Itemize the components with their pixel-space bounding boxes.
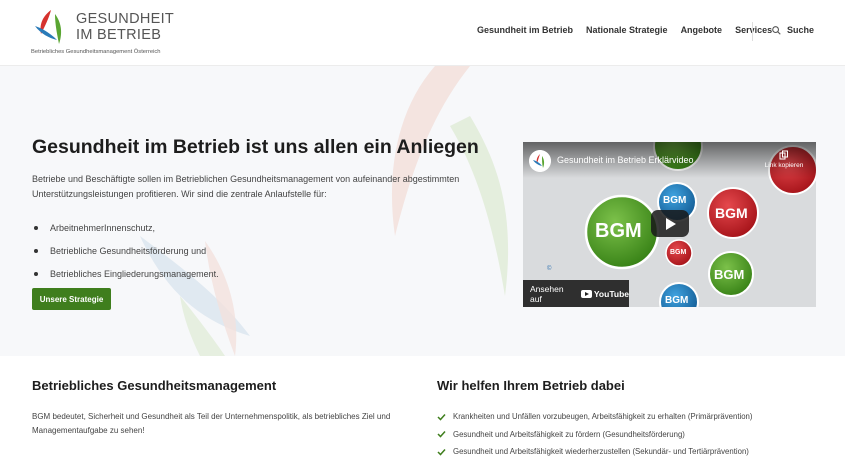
play-button[interactable] (651, 210, 689, 237)
bgm-bubble-label: BGM (715, 205, 748, 221)
list-item: Gesundheit und Arbeitsfähigkeit zu förde… (437, 426, 753, 444)
list-item: Betriebliche Gesundheitsförderung und (32, 239, 219, 262)
share-label: Link kopieren (764, 162, 804, 169)
watch-on-youtube-button[interactable]: Ansehen auf YouTube (523, 280, 629, 307)
nav-gesundheit-im-betrieb[interactable]: Gesundheit im Betrieb (477, 25, 573, 35)
bullet-icon (34, 225, 38, 230)
bgm-section-title: Betriebliches Gesundheitsmanagement (32, 378, 277, 393)
list-item-text: Gesundheit und Arbeitsfähigkeit wiederhe… (453, 447, 749, 457)
nav-nationale-strategie[interactable]: Nationale Strategie (586, 25, 668, 35)
logo[interactable]: GESUNDHEIT IM BETRIEB Betriebliches Gesu… (31, 6, 181, 60)
strategy-button[interactable]: Unsere Strategie (32, 288, 111, 310)
hero-list: ArbeitnehmerInnenschutz, Betriebliche Ge… (32, 216, 219, 285)
channel-logo-icon[interactable] (529, 150, 551, 172)
search-icon (772, 25, 781, 35)
bullet-icon (34, 248, 38, 253)
nav-divider (752, 22, 753, 41)
logo-title-line2: IM BETRIEB (76, 27, 162, 43)
nav-services[interactable]: Services (735, 25, 772, 35)
list-item-text: Betriebliches Eingliederungsmanagement. (50, 268, 219, 279)
youtube-logo: YouTube (580, 288, 629, 299)
copy-link-icon (779, 150, 788, 160)
bgm-bubble-label: BGM (670, 249, 687, 256)
nav-angebote[interactable]: Angebote (681, 25, 723, 35)
logo-subtitle: Betriebliches Gesundheitsmanagement Öste… (31, 49, 161, 55)
share-button[interactable]: Link kopieren (759, 150, 809, 169)
video-copyright: © (547, 266, 552, 272)
checkmark-icon (437, 431, 446, 438)
list-item-text: Gesundheit und Arbeitsfähigkeit zu förde… (453, 429, 685, 439)
search-button[interactable]: Suche (772, 25, 814, 35)
list-item: Gesundheit und Arbeitsfähigkeit wiederhe… (437, 443, 753, 461)
bgm-bubble-label: BGM (714, 267, 745, 282)
list-item-text: ArbeitnehmerInnenschutz, (50, 222, 156, 233)
bgm-bubble-label: BGM (663, 195, 687, 206)
bgm-section-text: BGM bedeutet, Sicherheit und Gesundheit … (32, 412, 391, 435)
hero-title: Gesundheit im Betrieb ist uns allen ein … (32, 136, 479, 158)
list-item: Krankheiten und Unfällen vorzubeugen, Ar… (437, 408, 753, 426)
video-title[interactable]: Gesundheit im Betrieb Erklärvideo (557, 155, 694, 165)
hero-intro: Betriebe und Beschäftigte sollen im Betr… (32, 174, 460, 199)
bgm-bubble-label: BGM (665, 295, 689, 306)
watch-on-label: Ansehen auf (530, 283, 564, 304)
list-item: Betriebliches Eingliederungsmanagement. (32, 262, 219, 285)
youtube-play-icon (580, 289, 592, 298)
list-item-text: Betriebliche Gesundheitsförderung und (50, 245, 207, 256)
main-nav: Gesundheit im Betrieb Nationale Strategi… (477, 25, 785, 35)
search-label: Suche (787, 25, 815, 35)
bullet-icon (34, 271, 38, 276)
help-list: Krankheiten und Unfällen vorzubeugen, Ar… (437, 408, 753, 461)
list-item-text: Krankheiten und Unfällen vorzubeugen, Ar… (453, 412, 753, 422)
help-section-title: Wir helfen Ihrem Betrieb dabei (437, 378, 625, 393)
checkmark-icon (437, 413, 446, 421)
video-player[interactable]: Gesundheit im Betrieb Erklärvideo Link k… (523, 142, 816, 307)
bgm-bubble-label: BGM (595, 220, 642, 242)
list-item: ArbeitnehmerInnenschutz, (32, 216, 219, 239)
site-header: GESUNDHEIT IM BETRIEB Betriebliches Gesu… (0, 0, 845, 66)
youtube-wordmark: YouTube (593, 288, 629, 299)
logo-title-line1: GESUNDHEIT (76, 11, 175, 27)
checkmark-icon (437, 448, 446, 456)
logo-mark-icon (35, 10, 62, 44)
